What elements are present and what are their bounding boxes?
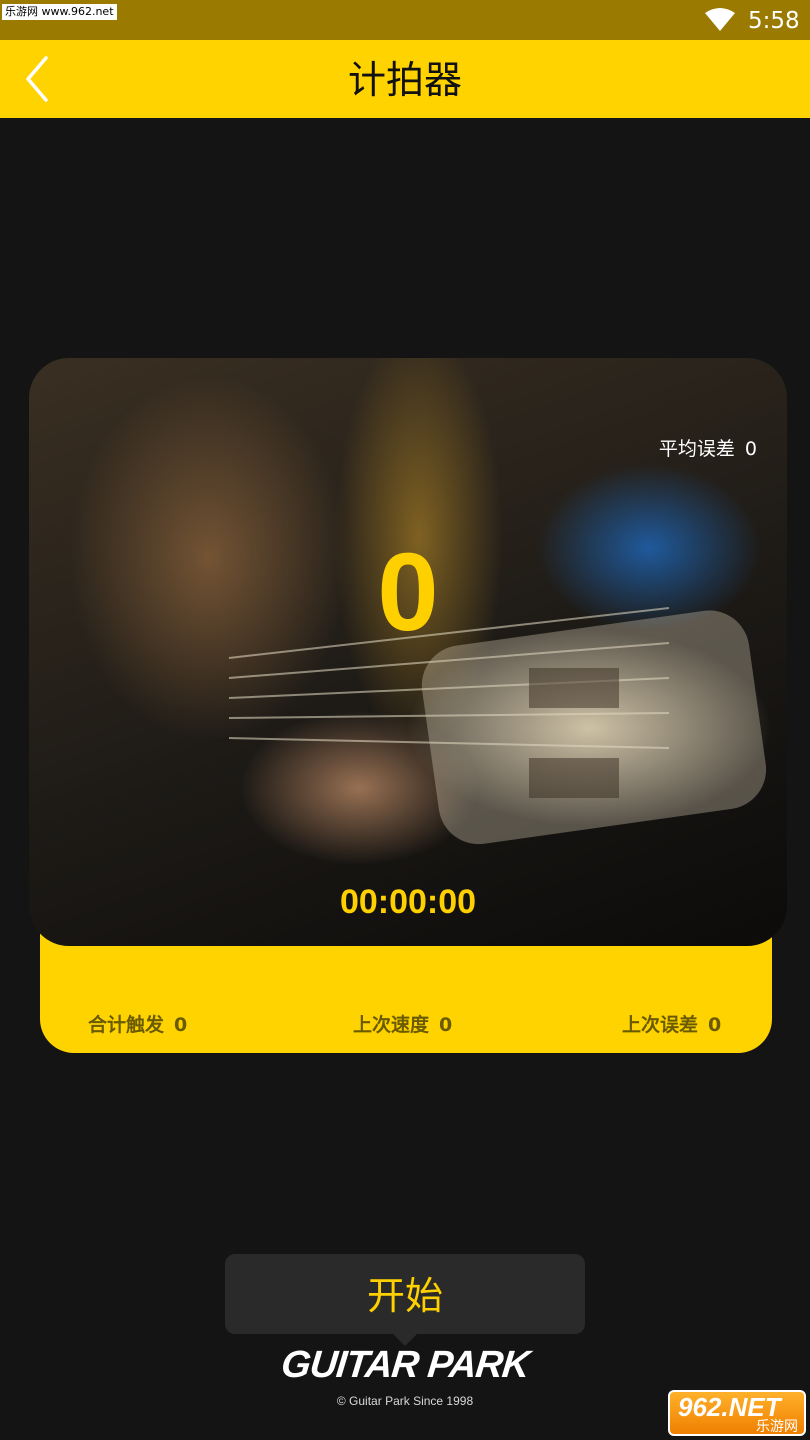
- stat-label: 合计触发: [88, 1014, 165, 1036]
- stat-label: 上次速度: [353, 1014, 430, 1036]
- stat-value: 0: [174, 1014, 188, 1036]
- start-button[interactable]: 开始: [225, 1254, 585, 1346]
- watermark-text: 乐游网 www.962.net: [2, 4, 117, 20]
- average-error-label: 平均误差: [658, 438, 735, 460]
- average-error: 平均误差 0: [659, 434, 757, 461]
- guitar-park-logo: GUITAR PARK: [279, 1344, 531, 1386]
- watermark-logo: 962.NET 乐游网: [668, 1390, 806, 1436]
- watermark-logo-subtext: 乐游网: [756, 1419, 798, 1435]
- beat-count: 0: [377, 531, 439, 654]
- stat-total-triggers: 合计触发 0: [88, 1010, 187, 1037]
- start-button-label: 开始: [366, 1274, 443, 1318]
- app-bar: 计拍器: [0, 40, 810, 118]
- page-title: 计拍器: [347, 58, 462, 102]
- back-button[interactable]: [16, 52, 70, 106]
- wifi-icon: [705, 8, 735, 31]
- stat-label: 上次误差: [622, 1014, 699, 1036]
- stat-last-speed: 上次速度 0: [353, 1010, 452, 1037]
- guitar-photo-card: 平均误差 0 0 00:00:00: [29, 358, 787, 946]
- stat-value: 0: [439, 1014, 453, 1036]
- elapsed-timer: 00:00:00: [339, 883, 477, 921]
- stat-value: 0: [708, 1014, 722, 1036]
- status-time: 5:58: [748, 8, 800, 34]
- chevron-left-icon: [26, 56, 48, 102]
- average-error-value: 0: [744, 438, 757, 460]
- stat-last-error: 上次误差 0: [622, 1010, 721, 1037]
- status-bar: 乐游网 www.962.net 5:58: [0, 0, 810, 40]
